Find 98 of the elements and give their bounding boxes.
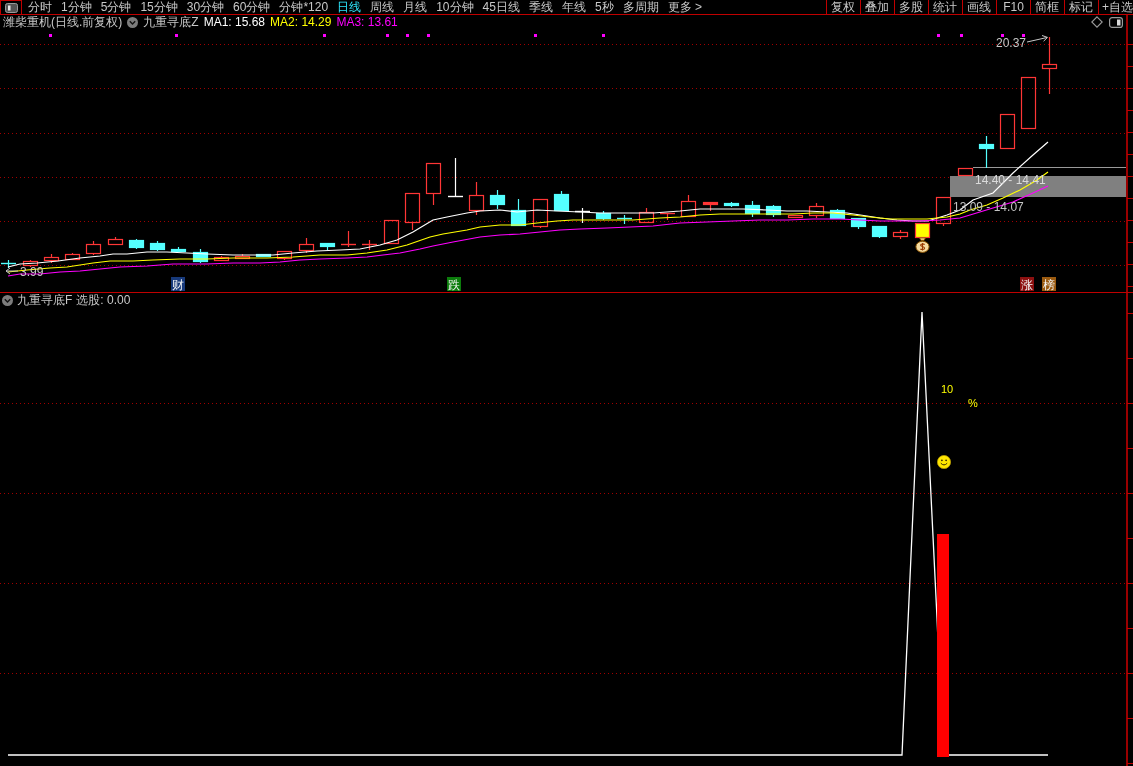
falling-candle [765, 204, 782, 218]
value-label: 10 [941, 383, 954, 395]
rising-candle [64, 252, 81, 261]
doji-candle [659, 212, 676, 221]
rising-candle [404, 192, 421, 231]
toolbar-button[interactable]: 多股 [894, 0, 928, 14]
panel-icon[interactable] [1109, 16, 1123, 28]
more-menu-button[interactable]: 更多 > [667, 0, 702, 14]
rising-candle [638, 207, 655, 224]
falling-candle [723, 201, 740, 208]
event-tag: 跌 [447, 277, 461, 292]
falling-candle [595, 210, 612, 221]
rising-candle [468, 181, 485, 216]
period-tab[interactable]: 15分钟 [140, 0, 178, 14]
falling-candle [170, 246, 187, 253]
dropdown-icon[interactable] [127, 16, 139, 28]
falling-candle [978, 135, 995, 169]
rising-candle [85, 240, 102, 256]
indicator-name: 九重寻底F [17, 293, 73, 308]
dropdown-icon[interactable] [2, 295, 13, 306]
indicator-name: 九重寻底Z [143, 15, 199, 29]
doji-candle [447, 157, 464, 198]
toolbar-button[interactable]: 统计 [928, 0, 962, 14]
falling-candle [850, 217, 867, 230]
diamond-icon[interactable] [1091, 16, 1103, 28]
pointer-arrow [1026, 35, 1048, 43]
period-tab[interactable]: 5分钟 [100, 0, 132, 14]
toolbar-button[interactable]: +自选 [1098, 0, 1133, 14]
toolbar-button[interactable]: 复权 [826, 0, 860, 14]
falling-candle [255, 253, 272, 258]
rising-candle [383, 219, 400, 245]
period-tab[interactable]: 5秒 [594, 0, 614, 14]
rising-candle [1020, 76, 1037, 130]
period-tab[interactable]: 年线 [561, 0, 586, 14]
rising-candle [999, 113, 1016, 150]
period-tab[interactable]: 45日线 [482, 0, 520, 14]
rising-candle [532, 198, 549, 229]
rising-candle [43, 253, 60, 264]
falling-candle [319, 242, 336, 251]
ma-reading: MA2: 14.29 [270, 15, 332, 29]
sidebar-toggle-button[interactable] [0, 0, 22, 14]
falling-candle [128, 238, 145, 250]
doji-candle [0, 259, 17, 269]
falling-candle [149, 240, 166, 252]
stock-title: 潍柴重机(日线.前复权) [3, 15, 123, 29]
ma-reading: MA1: 15.68 [203, 15, 266, 29]
rising-candle [702, 201, 719, 212]
period-tab[interactable]: 30分钟 [186, 0, 225, 14]
falling-candle [744, 200, 761, 218]
rising-candle [680, 194, 697, 218]
toolbar-button[interactable]: 叠加 [860, 0, 894, 14]
period-tab[interactable]: 1分钟 [61, 0, 92, 14]
period-tab[interactable]: 分钟*120 [279, 0, 329, 14]
period-tab[interactable]: 季线 [528, 0, 553, 14]
money-bag-icon [915, 237, 930, 253]
rising-candle [935, 196, 952, 227]
period-tab[interactable]: 多周期 [622, 0, 659, 14]
highlighted-candle [914, 222, 931, 239]
period-tab[interactable]: 日线 [337, 0, 362, 14]
period-tab[interactable]: 60分钟 [233, 0, 271, 14]
smiley-icon [937, 455, 951, 469]
period-tab[interactable]: 周线 [370, 0, 395, 14]
event-tag: 榜 [1042, 277, 1056, 292]
rising-candle [808, 202, 825, 219]
falling-candle [553, 190, 570, 212]
indicator-reading: 选股: 0.00 [76, 293, 131, 308]
falling-candle [489, 189, 506, 210]
period-tab[interactable]: 分时 [28, 0, 52, 14]
rising-candle [892, 229, 909, 240]
panel-icon [4, 2, 18, 13]
rising-candle [787, 214, 804, 219]
rising-candle [213, 255, 230, 262]
rising-candle [276, 250, 293, 261]
rising-candle [1041, 36, 1058, 95]
toolbar-button[interactable]: 画线 [962, 0, 996, 14]
falling-candle [192, 248, 209, 264]
doji-candle [616, 214, 633, 225]
period-tab[interactable]: 月线 [403, 0, 428, 14]
period-tab[interactable]: 10分钟 [436, 0, 474, 14]
toolbar-button[interactable]: 简框 [1030, 0, 1064, 14]
falling-candle [510, 198, 527, 227]
toolbar-button[interactable]: 标记 [1064, 0, 1098, 14]
event-tag: 财 [171, 277, 185, 292]
rising-candle [234, 253, 251, 260]
falling-candle [829, 208, 846, 220]
doji-candle [340, 230, 357, 248]
event-tag: 涨 [1020, 277, 1034, 292]
rising-candle [425, 162, 442, 206]
high-price-label: 20.37 [996, 36, 1027, 50]
pointer-arrow [5, 267, 19, 275]
doji-candle [361, 239, 378, 251]
rising-candle [298, 237, 315, 254]
ma-reading: MA3: 13.61 [336, 15, 398, 29]
falling-candle [871, 225, 888, 239]
rising-candle [107, 236, 124, 246]
percent-label: % [968, 397, 978, 409]
toolbar-button[interactable]: F10 [996, 0, 1030, 14]
rising-candle [957, 167, 974, 177]
